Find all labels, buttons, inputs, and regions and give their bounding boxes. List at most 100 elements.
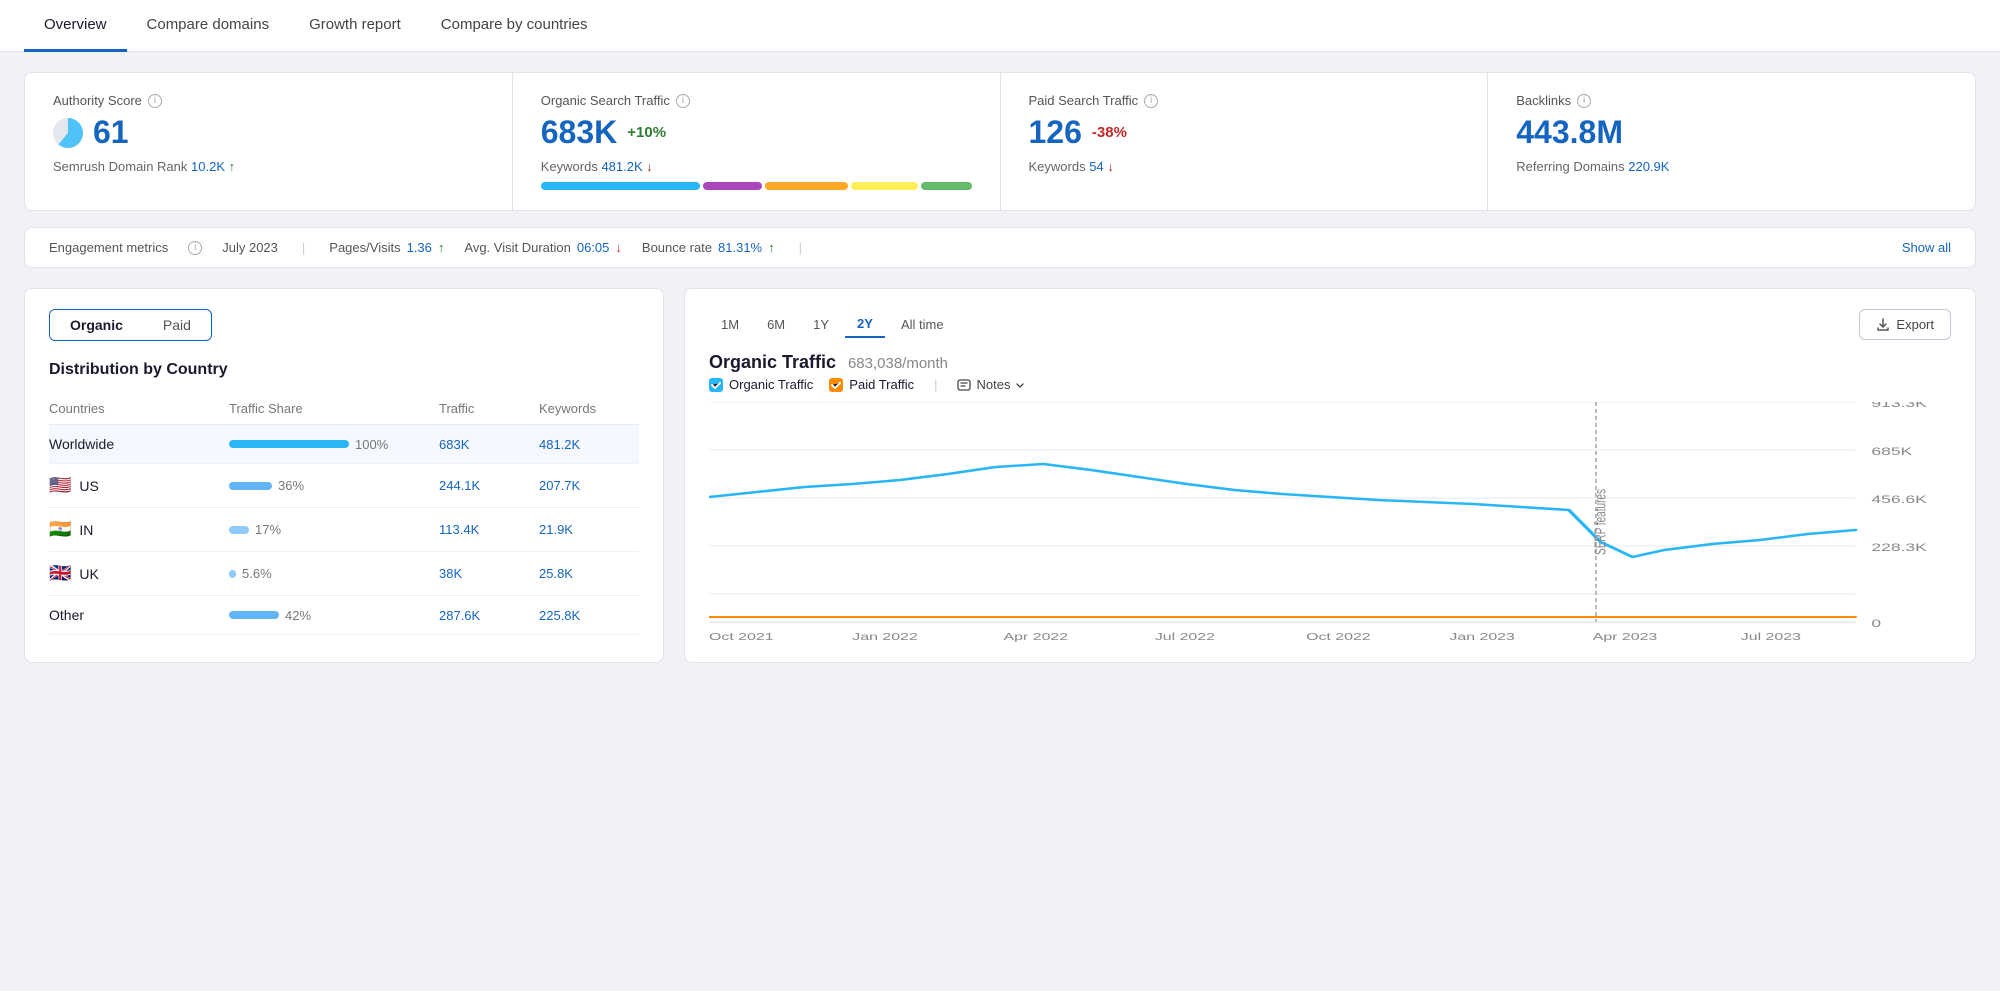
country-cell: 🇺🇸 US (49, 475, 229, 496)
svg-text:Oct 2022: Oct 2022 (1306, 631, 1371, 642)
legend-paid: Paid Traffic (829, 377, 914, 392)
organic-traffic-keywords: Keywords 481.2K ↓ (541, 159, 972, 174)
bottom-section: Organic Paid Distribution by Country Cou… (24, 288, 1976, 663)
svg-text:SERP features: SERP features (1591, 489, 1609, 555)
table-row: Worldwide 100% 683K 481.2K (49, 425, 639, 464)
time-range-selector: 1M 6M 1Y 2Y All time (709, 311, 956, 338)
engagement-label: Engagement metrics (49, 240, 168, 255)
chart-legend: Organic Traffic Paid Traffic | Notes (709, 377, 1951, 392)
svg-text:685K: 685K (1871, 446, 1912, 458)
col-traffic: Traffic (439, 401, 539, 416)
bounce-rate-value: 81.31% (718, 240, 762, 255)
col-countries: Countries (49, 401, 229, 416)
legend-separator: | (934, 377, 937, 392)
tab-paid[interactable]: Paid (143, 310, 211, 340)
organic-traffic-checkbox-icon[interactable] (709, 378, 723, 392)
authority-score-icon (53, 118, 83, 148)
chart-subtitle: 683,038/month (848, 355, 948, 372)
traffic-share-bar: 42% (229, 608, 439, 623)
chart-header: Organic Traffic 683,038/month (709, 352, 1951, 373)
organic-traffic-change: +10% (627, 124, 666, 141)
nav-overview[interactable]: Overview (24, 0, 127, 52)
legend-organic-label: Organic Traffic (729, 377, 813, 392)
chart-title: Organic Traffic (709, 352, 836, 372)
legend-organic: Organic Traffic (709, 377, 813, 392)
nav-compare-domains[interactable]: Compare domains (127, 0, 290, 52)
time-1m[interactable]: 1M (709, 312, 751, 337)
traffic-pct-value: 17% (255, 522, 281, 537)
bar-fill (229, 526, 249, 534)
avg-duration-label: Avg. Visit Duration (464, 240, 570, 255)
kbar-purple (703, 182, 762, 190)
backlinks-info-icon[interactable]: i (1577, 94, 1591, 108)
traffic-share-bar: 17% (229, 522, 439, 537)
pages-visits-value: 1.36 (407, 240, 432, 255)
country-cell: 🇬🇧 UK (49, 563, 229, 584)
paid-kw-value: 54 (1089, 159, 1103, 174)
pages-visits-label: Pages/Visits (329, 240, 400, 255)
bar-fill (229, 570, 236, 578)
organic-paid-tabs: Organic Paid (49, 309, 212, 341)
country-name: US (79, 478, 98, 494)
nav-compare-countries[interactable]: Compare by countries (421, 0, 608, 52)
sep2: | (799, 240, 802, 255)
time-6m[interactable]: 6M (755, 312, 797, 337)
engagement-info-icon[interactable]: i (188, 241, 202, 255)
paid-traffic-value: 126 -38% (1029, 114, 1460, 151)
notes-button[interactable]: Notes (957, 377, 1025, 392)
nav-growth-report[interactable]: Growth report (289, 0, 421, 52)
country-name: UK (79, 566, 98, 582)
distribution-table-header: Countries Traffic Share Traffic Keywords (49, 393, 639, 425)
time-1y[interactable]: 1Y (801, 312, 841, 337)
traffic-pct-value: 5.6% (242, 566, 272, 581)
authority-score-info-icon[interactable]: i (148, 94, 162, 108)
show-all-button[interactable]: Show all (1902, 240, 1951, 255)
paid-traffic-info-icon[interactable]: i (1144, 94, 1158, 108)
metric-bounce-rate: Bounce rate 81.31% ↑ (642, 240, 775, 255)
traffic-share-bar: 5.6% (229, 566, 439, 581)
svg-text:Jan 2023: Jan 2023 (1449, 631, 1514, 642)
domain-rank-trend: ↑ (229, 159, 236, 174)
chart-top-row: 1M 6M 1Y 2Y All time Export (709, 309, 1951, 340)
svg-text:913.3K: 913.3K (1871, 402, 1927, 410)
table-row: 🇬🇧 UK 5.6% 38K 25.8K (49, 552, 639, 596)
svg-text:Oct 2021: Oct 2021 (709, 631, 774, 642)
sep1: | (302, 240, 305, 255)
organic-traffic-label: Organic Search Traffic i (541, 93, 972, 108)
country-name: IN (79, 522, 93, 538)
distribution-table-body: Worldwide 100% 683K 481.2K 🇺🇸 US 36% 244… (49, 425, 639, 635)
traffic-pct-value: 100% (355, 437, 388, 452)
export-button[interactable]: Export (1859, 309, 1951, 340)
traffic-value: 38K (439, 566, 539, 581)
organic-traffic-info-icon[interactable]: i (676, 94, 690, 108)
country-name: Worldwide (49, 436, 114, 452)
pages-visits-trend: ↑ (438, 240, 445, 255)
table-row: 🇮🇳 IN 17% 113.4K 21.9K (49, 508, 639, 552)
organic-kw-trend: ↓ (646, 159, 653, 174)
svg-text:Jul 2022: Jul 2022 (1155, 631, 1215, 642)
traffic-share-bar: 100% (229, 437, 439, 452)
card-authority-score: Authority Score i 61 Semrush Domain Rank… (25, 73, 513, 210)
col-keywords: Keywords (539, 401, 639, 416)
svg-text:228.3K: 228.3K (1871, 542, 1927, 554)
paid-traffic-keywords: Keywords 54 ↓ (1029, 159, 1460, 174)
bounce-rate-trend: ↑ (768, 240, 775, 255)
metric-pages-visits: Pages/Visits 1.36 ↑ (329, 240, 444, 255)
time-2y[interactable]: 2Y (845, 311, 885, 338)
keyword-distribution-bar (541, 182, 972, 190)
card-backlinks: Backlinks i 443.8M Referring Domains 220… (1488, 73, 1975, 210)
kbar-yellow (851, 182, 918, 190)
country-cell: Other (49, 607, 229, 623)
svg-text:Apr 2023: Apr 2023 (1593, 631, 1658, 642)
authority-score-label: Authority Score i (53, 93, 484, 108)
time-all[interactable]: All time (889, 312, 956, 337)
backlinks-value: 443.8M (1516, 114, 1947, 151)
referring-domains: Referring Domains 220.9K (1516, 159, 1947, 174)
paid-kw-trend: ↓ (1107, 159, 1114, 174)
referring-domains-value: 220.9K (1628, 159, 1669, 174)
domain-rank-value: 10.2K (191, 159, 225, 174)
chart-area: SERP features 913.3K 685K 456.6K 228.3K … (709, 402, 1951, 642)
tab-organic[interactable]: Organic (50, 310, 143, 340)
col-traffic-share: Traffic Share (229, 401, 439, 416)
paid-traffic-checkbox-icon[interactable] (829, 378, 843, 392)
